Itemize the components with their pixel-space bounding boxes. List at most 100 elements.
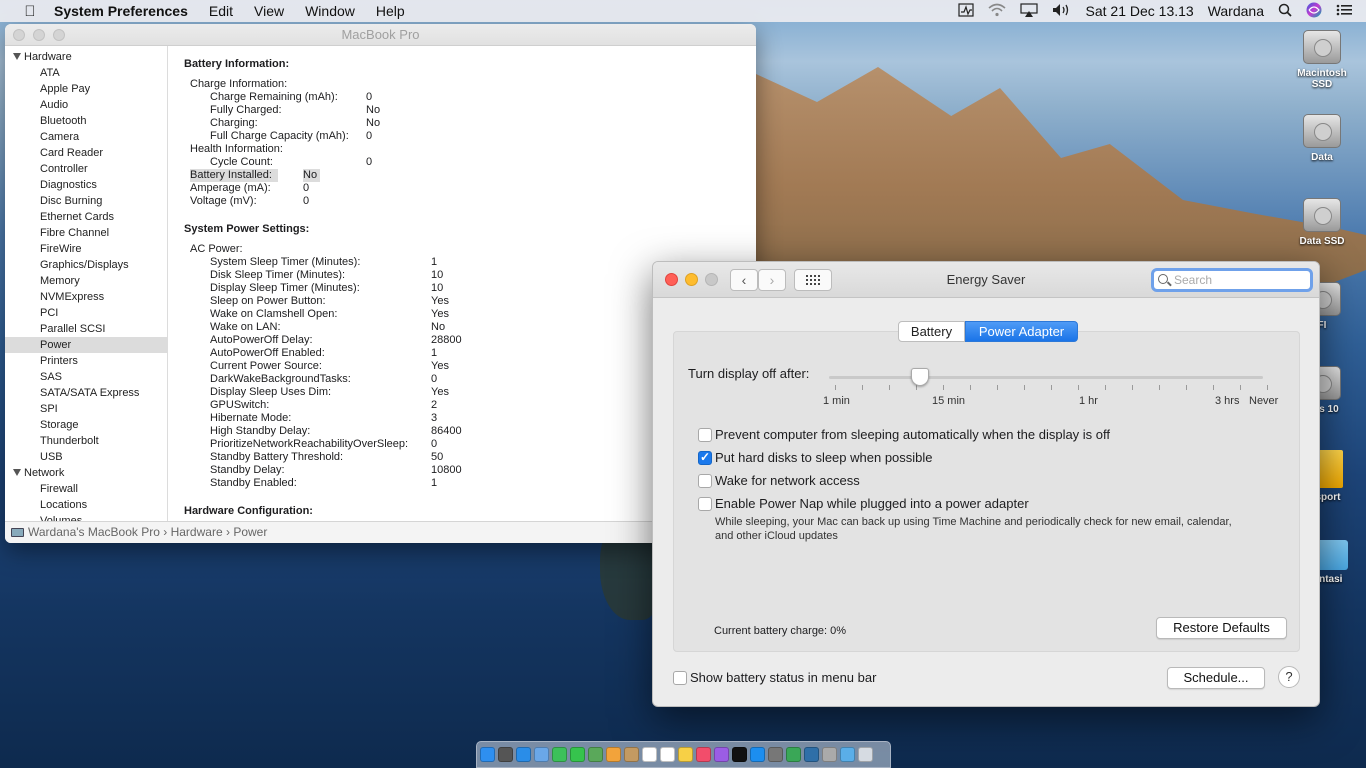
sidebar-item[interactable]: Apple Pay	[5, 81, 167, 97]
sidebar-group[interactable]: Network	[5, 465, 167, 481]
contacts-icon[interactable]	[624, 747, 639, 762]
tab-power-adapter[interactable]: Power Adapter	[965, 321, 1078, 342]
hdd-sleep-label[interactable]: Put hard disks to sleep when possible	[715, 450, 933, 465]
system-preferences-icon[interactable]	[768, 747, 783, 762]
sidebar-item[interactable]: Camera	[5, 129, 167, 145]
sidebar-item[interactable]: NVMExpress	[5, 289, 167, 305]
info-row[interactable]: Charge Information:	[184, 78, 654, 91]
menu-user[interactable]: Wardana	[1208, 3, 1264, 19]
power-nap-label[interactable]: Enable Power Nap while plugged into a po…	[715, 496, 1029, 511]
info-row[interactable]: Charging: No	[184, 117, 654, 130]
info-row[interactable]: High Standby Delay: 86400	[184, 425, 654, 438]
sidebar-item[interactable]: SPI	[5, 401, 167, 417]
sidebar-item[interactable]: Thunderbolt	[5, 433, 167, 449]
info-row[interactable]: Standby Enabled: 1	[184, 477, 654, 490]
facetime-icon[interactable]	[552, 747, 567, 762]
sidebar-item[interactable]: Controller	[5, 161, 167, 177]
sidebar-item[interactable]: Parallel SCSI	[5, 321, 167, 337]
power-nap-checkbox[interactable]	[698, 497, 712, 511]
info-row[interactable]: Display Sleep Timer (Minutes): 10	[184, 282, 654, 295]
sidebar-item[interactable]: Volumes	[5, 513, 167, 521]
launchpad-icon[interactable]	[498, 747, 513, 762]
info-row[interactable]: Health Information:	[184, 143, 654, 156]
folder-icon[interactable]	[840, 747, 855, 762]
sidebar-item[interactable]: Storage	[5, 417, 167, 433]
messages-icon[interactable]	[570, 747, 585, 762]
calendar-icon[interactable]	[642, 747, 657, 762]
desktop-disk-macintosh-ssd[interactable]: Macintosh SSD	[1290, 30, 1354, 90]
airplay-icon[interactable]	[1019, 2, 1038, 20]
zoom-button[interactable]	[53, 29, 65, 41]
info-row[interactable]: Sleep on Power Button: Yes	[184, 295, 654, 308]
info-row[interactable]: Charge Remaining (mAh): 0	[184, 91, 654, 104]
music-icon[interactable]	[696, 747, 711, 762]
sidebar-group[interactable]: Hardware	[5, 49, 167, 65]
info-row[interactable]: Wake on LAN: No	[184, 321, 654, 334]
sidebar-item[interactable]: Card Reader	[5, 145, 167, 161]
menu-edit[interactable]: Edit	[209, 3, 233, 19]
podcasts-icon[interactable]	[714, 747, 729, 762]
path-item[interactable]: Power	[233, 525, 267, 539]
display-sleep-slider[interactable]	[829, 376, 1263, 379]
sysinfo-sidebar[interactable]: Hardware ATA Apple Pay Audio Bluetooth Camera…	[5, 46, 168, 521]
info-row[interactable]: System Sleep Timer (Minutes): 1	[184, 256, 654, 269]
info-row[interactable]: Standby Delay: 10800	[184, 464, 654, 477]
search-input[interactable]: Search	[1151, 268, 1313, 292]
prevent-sleep-checkbox[interactable]	[698, 428, 712, 442]
sidebar-item[interactable]: Power	[5, 337, 167, 353]
sidebar-item[interactable]: ATA	[5, 65, 167, 81]
info-row[interactable]: Cycle Count: 0	[184, 156, 654, 169]
tv-icon[interactable]	[732, 747, 747, 762]
path-computer[interactable]: Wardana's MacBook Pro	[28, 525, 160, 539]
spotlight-search-icon[interactable]	[1278, 3, 1292, 20]
sidebar-item[interactable]: Memory	[5, 273, 167, 289]
info-row[interactable]: Display Sleep Uses Dim: Yes	[184, 386, 654, 399]
sidebar-item[interactable]: Ethernet Cards	[5, 209, 167, 225]
menu-view[interactable]: View	[254, 3, 284, 19]
info-row[interactable]: Full Charge Capacity (mAh): 0	[184, 130, 654, 143]
minimize-button[interactable]	[33, 29, 45, 41]
sidebar-item[interactable]: Fibre Channel	[5, 225, 167, 241]
notification-center-icon[interactable]	[1336, 4, 1352, 19]
path-section[interactable]: Hardware	[171, 525, 223, 539]
info-row[interactable]: AutoPowerOff Enabled: 1	[184, 347, 654, 360]
prevent-sleep-label[interactable]: Prevent computer from sleeping automatic…	[715, 427, 1110, 442]
hdd-sleep-checkbox[interactable]	[698, 450, 712, 465]
show-battery-status-label[interactable]: Show battery status in menu bar	[690, 670, 876, 685]
info-row[interactable]: Current Power Source: Yes	[184, 360, 654, 373]
info-row[interactable]: Amperage (mA): 0	[184, 182, 654, 195]
desktop-disk-data[interactable]: Data	[1290, 114, 1354, 163]
wifi-icon[interactable]	[987, 3, 1006, 20]
info-row[interactable]: DarkWakeBackgroundTasks: 0	[184, 373, 654, 386]
menu-app-name[interactable]: System Preferences	[54, 3, 188, 19]
sidebar-item[interactable]: Bluetooth	[5, 113, 167, 129]
info-row[interactable]: Hibernate Mode: 3	[184, 412, 654, 425]
restore-defaults-button[interactable]: Restore Defaults	[1156, 617, 1287, 639]
sidebar-item[interactable]: Printers	[5, 353, 167, 369]
sidebar-item[interactable]: SATA/SATA Express	[5, 385, 167, 401]
volume-icon[interactable]	[1052, 3, 1072, 20]
chrome-icon[interactable]	[786, 747, 801, 762]
sidebar-item[interactable]: Firewall	[5, 481, 167, 497]
sidebar-item[interactable]: PCI	[5, 305, 167, 321]
menu-help[interactable]: Help	[376, 3, 405, 19]
info-row[interactable]: AC Power:	[184, 243, 654, 256]
sidebar-item[interactable]: Graphics/Displays	[5, 257, 167, 273]
sidebar-item[interactable]: Audio	[5, 97, 167, 113]
sidebar-item[interactable]: Disc Burning	[5, 193, 167, 209]
info-row[interactable]: Fully Charged: No	[184, 104, 654, 117]
notes-icon[interactable]	[678, 747, 693, 762]
tab-battery[interactable]: Battery	[898, 321, 965, 342]
info-row[interactable]: Disk Sleep Timer (Minutes): 10	[184, 269, 654, 282]
siri-icon[interactable]	[1306, 2, 1322, 21]
stack-icon[interactable]	[822, 747, 837, 762]
desktop-disk-data-ssd[interactable]: Data SSD	[1290, 198, 1354, 247]
sidebar-item[interactable]: SAS	[5, 369, 167, 385]
info-row[interactable]: Voltage (mV): 0	[184, 195, 654, 208]
sidebar-item[interactable]: USB	[5, 449, 167, 465]
app-store-icon[interactable]	[750, 747, 765, 762]
info-row[interactable]: Battery Installed: No	[184, 169, 654, 182]
reminders-icon[interactable]	[660, 747, 675, 762]
close-button[interactable]	[13, 29, 25, 41]
sidebar-item[interactable]: Locations	[5, 497, 167, 513]
